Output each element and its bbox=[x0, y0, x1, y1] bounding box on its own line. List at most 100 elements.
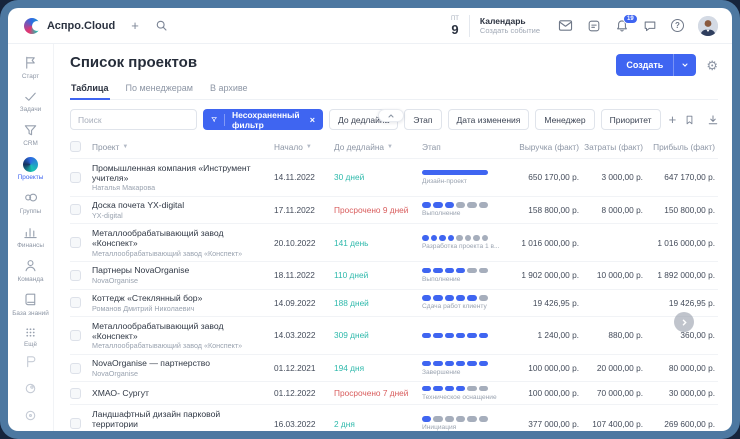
row-checkbox[interactable] bbox=[70, 418, 81, 429]
avatar[interactable] bbox=[698, 16, 718, 36]
stage-progress-bar bbox=[422, 268, 488, 274]
add-filter-icon[interactable]: + bbox=[669, 112, 677, 127]
sidebar-item-группы[interactable]: Группы bbox=[8, 186, 53, 220]
team-icon bbox=[23, 258, 38, 273]
row-checkbox[interactable] bbox=[70, 237, 81, 248]
row-checkbox[interactable] bbox=[70, 297, 81, 308]
project-subtitle: NovaOrganise bbox=[92, 277, 264, 285]
column-header-4: Этап bbox=[422, 142, 506, 152]
column-header-6: Затраты (факт) bbox=[582, 142, 646, 152]
table-row[interactable]: Доска почета YX-digitalYX-digital17.11.2… bbox=[70, 197, 718, 225]
search-icon[interactable] bbox=[155, 19, 168, 32]
filter-chip-close-icon[interactable]: × bbox=[310, 115, 315, 125]
project-subtitle: YX-digital bbox=[92, 212, 264, 220]
active-filter-chip[interactable]: Несохраненный фильтр × bbox=[203, 109, 323, 130]
table-row[interactable]: Коттедж «Стеклянный бор» Романов Дмитрий … bbox=[70, 290, 718, 318]
create-button[interactable]: Создать bbox=[616, 54, 696, 76]
row-checkbox[interactable] bbox=[70, 204, 81, 215]
project-title[interactable]: Коттедж «Стеклянный бор» bbox=[92, 293, 264, 303]
table-row[interactable]: Промышленная компания «Инструмент учител… bbox=[70, 159, 718, 197]
app-logo[interactable]: Аспро.Cloud bbox=[24, 18, 115, 34]
sidebar-item-старт[interactable]: Старт bbox=[8, 51, 53, 85]
scroll-top-pill-button[interactable] bbox=[378, 109, 404, 122]
table-row[interactable]: NovaOrganise — партнерствоNovaOrganise01… bbox=[70, 355, 718, 383]
select-all-checkbox[interactable] bbox=[70, 141, 81, 152]
sidebar-item-финансы[interactable]: Финансы bbox=[8, 220, 53, 254]
tab-в-архиве[interactable]: В архиве bbox=[209, 83, 249, 99]
sidebar-item-задачи[interactable]: Задачи bbox=[8, 85, 53, 119]
dot-circle-icon[interactable] bbox=[23, 408, 38, 423]
row-checkbox[interactable] bbox=[70, 270, 81, 281]
project-title[interactable]: NovaOrganise — партнерство bbox=[92, 358, 264, 368]
project-title[interactable]: Ландшафтный дизайн парковой территории bbox=[92, 409, 264, 429]
table-row[interactable]: Металлообрабатывающий завод «Конспект»Ме… bbox=[70, 317, 718, 355]
stage-cell: Инициация bbox=[422, 416, 506, 431]
scroll-right-circle-button[interactable] bbox=[674, 312, 694, 332]
profit-fact: 1 016 000,00 р. bbox=[646, 238, 718, 248]
project-title[interactable]: Партнеры NovaOrganise bbox=[92, 265, 264, 275]
filter-button-менеджер[interactable]: Менеджер bbox=[535, 109, 594, 130]
column-header-3[interactable]: До дедлайна▼ bbox=[334, 142, 422, 152]
column-header-1[interactable]: Проект▼ bbox=[92, 142, 274, 152]
unfold-icon[interactable] bbox=[731, 114, 732, 126]
search-input[interactable] bbox=[70, 109, 197, 130]
note-icon[interactable] bbox=[587, 19, 601, 33]
bell-icon[interactable]: 19 bbox=[615, 19, 629, 33]
calendar-widget[interactable]: Календарь Создать событие bbox=[480, 16, 540, 35]
project-subtitle: Романов Дмитрий Николаевич bbox=[92, 305, 264, 313]
chat-icon[interactable] bbox=[643, 19, 657, 33]
settings-gear-icon[interactable]: ⚙ bbox=[706, 59, 718, 72]
sidebar-item-база-знаний[interactable]: База знаний bbox=[8, 288, 53, 322]
deadline-status: 2 дня bbox=[334, 419, 422, 429]
project-title[interactable]: Промышленная компания «Инструмент учител… bbox=[92, 163, 264, 183]
mail-icon[interactable] bbox=[558, 19, 573, 32]
costs-fact: 3 000,00 р. bbox=[582, 172, 646, 182]
quick-add-icon[interactable]: + bbox=[131, 18, 139, 33]
bookmark-icon[interactable] bbox=[684, 114, 695, 126]
row-checkbox[interactable] bbox=[70, 363, 81, 374]
sidebar-item-команда[interactable]: Команда bbox=[8, 254, 53, 288]
revenue-fact: 1 240,00 р. bbox=[506, 330, 582, 340]
stage-label: Дизайн-проект bbox=[422, 178, 502, 185]
start-date: 01.12.2021 bbox=[274, 363, 334, 373]
table-row[interactable]: ХМАО- Сургут01.12.2022Просрочено 7 днейТ… bbox=[70, 382, 718, 405]
table-row[interactable]: Ландшафтный дизайн парковой территорииKr… bbox=[70, 405, 718, 431]
chevron-down-icon[interactable] bbox=[674, 61, 696, 69]
disc-icon[interactable] bbox=[23, 381, 38, 396]
filter-chip-label: Несохраненный фильтр bbox=[232, 110, 303, 130]
sidebar-item-label: Проекты bbox=[18, 174, 44, 181]
sidebar-item-проекты[interactable]: Проекты bbox=[8, 153, 53, 187]
pennant-icon[interactable] bbox=[23, 354, 38, 369]
download-icon[interactable] bbox=[707, 114, 719, 126]
project-title[interactable]: ХМАО- Сургут bbox=[92, 388, 264, 398]
start-date: 01.12.2022 bbox=[274, 388, 334, 398]
project-title[interactable]: Доска почета YX-digital bbox=[92, 200, 264, 210]
sidebar-item-crm[interactable]: CRM bbox=[8, 119, 53, 153]
projects-logo-icon bbox=[23, 157, 38, 172]
help-icon[interactable]: ? bbox=[671, 19, 684, 32]
sidebar-item-ещё[interactable]: Ещё bbox=[8, 322, 53, 354]
table-row[interactable]: Металлообрабатывающий завод «Конспект»Ме… bbox=[70, 224, 718, 262]
sidebar-item-label: Старт bbox=[22, 73, 39, 80]
project-title[interactable]: Металлообрабатывающий завод «Конспект» bbox=[92, 228, 264, 248]
calendar-date[interactable]: пт 9 bbox=[451, 16, 459, 36]
sidebar-item-label: CRM bbox=[23, 140, 38, 147]
row-checkbox[interactable] bbox=[70, 330, 81, 341]
filter-button-дата-изменения[interactable]: Дата изменения bbox=[448, 109, 530, 130]
row-checkbox[interactable] bbox=[70, 172, 81, 183]
check-icon bbox=[23, 89, 38, 104]
filter-button-приоритет[interactable]: Приоритет bbox=[601, 109, 661, 130]
start-date: 14.03.2022 bbox=[274, 330, 334, 340]
revenue-fact: 19 426,95 р. bbox=[506, 298, 582, 308]
chevron-up-icon bbox=[387, 112, 395, 120]
project-title[interactable]: Металлообрабатывающий завод «Конспект» bbox=[92, 321, 264, 341]
tab-по-менеджерам[interactable]: По менеджерам bbox=[125, 83, 194, 99]
filter-funnel-icon bbox=[211, 115, 217, 124]
row-checkbox[interactable] bbox=[70, 388, 81, 399]
column-header-2[interactable]: Начало▼ bbox=[274, 142, 334, 152]
tab-таблица[interactable]: Таблица bbox=[70, 83, 110, 100]
deadline-status: 188 дней bbox=[334, 298, 422, 308]
table-row[interactable]: Партнеры NovaOrganiseNovaOrganise18.11.2… bbox=[70, 262, 718, 290]
filter-button-этап[interactable]: Этап bbox=[404, 109, 441, 130]
stage-label: Сдача работ клиенту bbox=[422, 303, 502, 310]
